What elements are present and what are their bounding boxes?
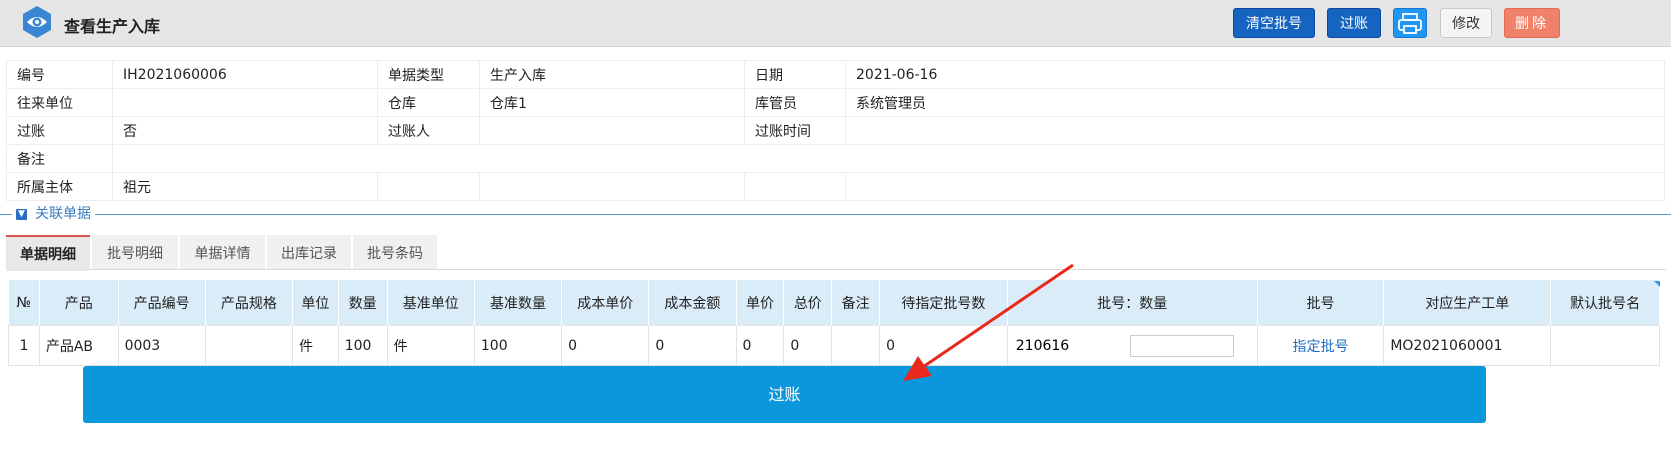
col-header-total: 总价 (783, 280, 833, 326)
label-date: 日期 (744, 60, 846, 89)
print-button[interactable] (1393, 8, 1427, 38)
label-post-time: 过账时间 (744, 116, 846, 145)
value-warehouse: 仓库1 (479, 88, 745, 117)
col-header-lot-qty: 批号：数量 (1007, 280, 1258, 326)
label-doc-no: 编号 (6, 60, 113, 89)
col-header-no: № (8, 280, 40, 326)
cell-default-lot (1550, 325, 1660, 366)
value-entity: 祖元 (112, 172, 378, 201)
empty-cell (479, 172, 745, 201)
label-doc-type: 单据类型 (377, 60, 480, 89)
document-info-table: 编号 IH2021060006 单据类型 生产入库 日期 2021-06-16 … (6, 60, 1665, 201)
detail-grid: № 产品 产品编号 产品规格 单位 数量 基准单位 基准数量 成本单价 成本金额… (8, 280, 1660, 366)
cell-qty: 100 (337, 325, 388, 366)
eye-logo-icon (23, 6, 51, 38)
col-header-base-qty: 基准数量 (474, 280, 563, 326)
label-keeper: 库管员 (744, 88, 846, 117)
cell-work-order: MO2021060001 (1383, 325, 1552, 366)
lot-qty-inputs (1011, 334, 1253, 357)
label-warehouse: 仓库 (377, 88, 480, 117)
value-posted: 否 (112, 116, 378, 145)
value-remark (112, 144, 1665, 173)
value-post-time (845, 116, 1665, 145)
post-button-top[interactable]: 过账 (1327, 8, 1381, 38)
col-header-remark: 备注 (831, 280, 881, 326)
col-header-work-order: 对应生产工单 (1383, 280, 1552, 326)
delete-button[interactable]: 删除 (1504, 8, 1560, 38)
label-posted: 过账 (6, 116, 113, 145)
value-partner (112, 88, 378, 117)
cell-cost-price: 0 (561, 325, 650, 366)
col-header-default-lot: 默认批号名 (1550, 280, 1660, 326)
cell-total: 0 (783, 325, 833, 366)
col-header-qty: 数量 (338, 280, 388, 326)
chevron-down-icon: ▼ (16, 208, 27, 220)
col-header-cost-price: 成本单价 (561, 280, 650, 326)
page-title: 查看生产入库 (64, 17, 161, 36)
col-header-unit: 单位 (292, 280, 339, 326)
cell-lot: 指定批号 (1256, 325, 1385, 366)
tab-outbound-records[interactable]: 出库记录 (267, 235, 351, 269)
table-row: 1 产品AB 0003 件 100 件 100 0 0 0 0 0 指定批号 M… (8, 325, 1660, 366)
printer-icon (1398, 13, 1422, 34)
clear-lot-button[interactable]: 清空批号 (1233, 8, 1315, 38)
empty-cell (845, 172, 1665, 201)
tab-doc-detail[interactable]: 单据明细 (6, 235, 90, 271)
post-button[interactable]: 过账 (83, 366, 1486, 423)
detail-tabs: 单据明细 批号明细 单据详情 出库记录 批号条码 (6, 235, 1666, 271)
cell-remark (831, 325, 881, 366)
cell-code: 0003 (117, 325, 206, 366)
cell-base-unit: 件 (386, 325, 475, 366)
assign-lot-link[interactable]: 指定批号 (1293, 339, 1349, 355)
section-divider (0, 214, 1671, 215)
cell-spec (204, 325, 294, 366)
col-header-base-unit: 基准单位 (387, 280, 475, 326)
label-poster: 过账人 (377, 116, 480, 145)
col-header-lot: 批号 (1257, 280, 1385, 326)
empty-cell (377, 172, 480, 201)
col-header-code: 产品编号 (118, 280, 206, 326)
col-header-product: 产品 (39, 280, 119, 326)
related-docs-section: ▼ 关联单据 (0, 204, 1671, 224)
empty-cell (744, 172, 846, 201)
cell-price: 0 (735, 325, 785, 366)
tab-doc-info[interactable]: 单据详情 (180, 235, 265, 269)
tab-lot-detail[interactable]: 批号明细 (92, 235, 178, 269)
cell-product: 产品AB (38, 325, 119, 366)
value-date: 2021-06-16 (845, 60, 1665, 89)
lot-quantity-input[interactable] (1129, 334, 1234, 357)
lot-number-input[interactable] (1011, 334, 1130, 357)
label-remark: 备注 (6, 144, 113, 173)
edit-button[interactable]: 修改 (1440, 8, 1492, 38)
col-header-price: 单价 (736, 280, 785, 326)
cell-unit: 件 (292, 325, 339, 366)
cell-no: 1 (8, 325, 40, 366)
cell-pending-lot: 0 (879, 325, 1008, 366)
grid-header-row: № 产品 产品编号 产品规格 单位 数量 基准单位 基准数量 成本单价 成本金额… (8, 280, 1660, 326)
col-header-cost-amount: 成本金额 (648, 280, 737, 326)
column-settings-corner-icon[interactable] (1654, 281, 1660, 287)
label-entity: 所属主体 (6, 172, 113, 201)
cell-lot-qty (1006, 325, 1258, 366)
top-bar: 查看生产入库 清空批号 过账 修改 删除 (0, 0, 1671, 47)
col-header-pending-lot: 待指定批号数 (879, 280, 1008, 326)
related-docs-label: 关联单据 (35, 206, 91, 222)
value-doc-no: IH2021060006 (112, 60, 378, 89)
col-header-spec: 产品规格 (205, 280, 294, 326)
value-poster (479, 116, 745, 145)
cell-cost-amount: 0 (648, 325, 737, 366)
related-docs-toggle[interactable]: ▼ 关联单据 (12, 204, 95, 224)
value-doc-type: 生产入库 (479, 60, 745, 89)
tab-lot-barcode[interactable]: 批号条码 (353, 235, 437, 269)
value-keeper: 系统管理员 (845, 88, 1665, 117)
cell-base-qty: 100 (473, 325, 563, 366)
label-partner: 往来单位 (6, 88, 113, 117)
